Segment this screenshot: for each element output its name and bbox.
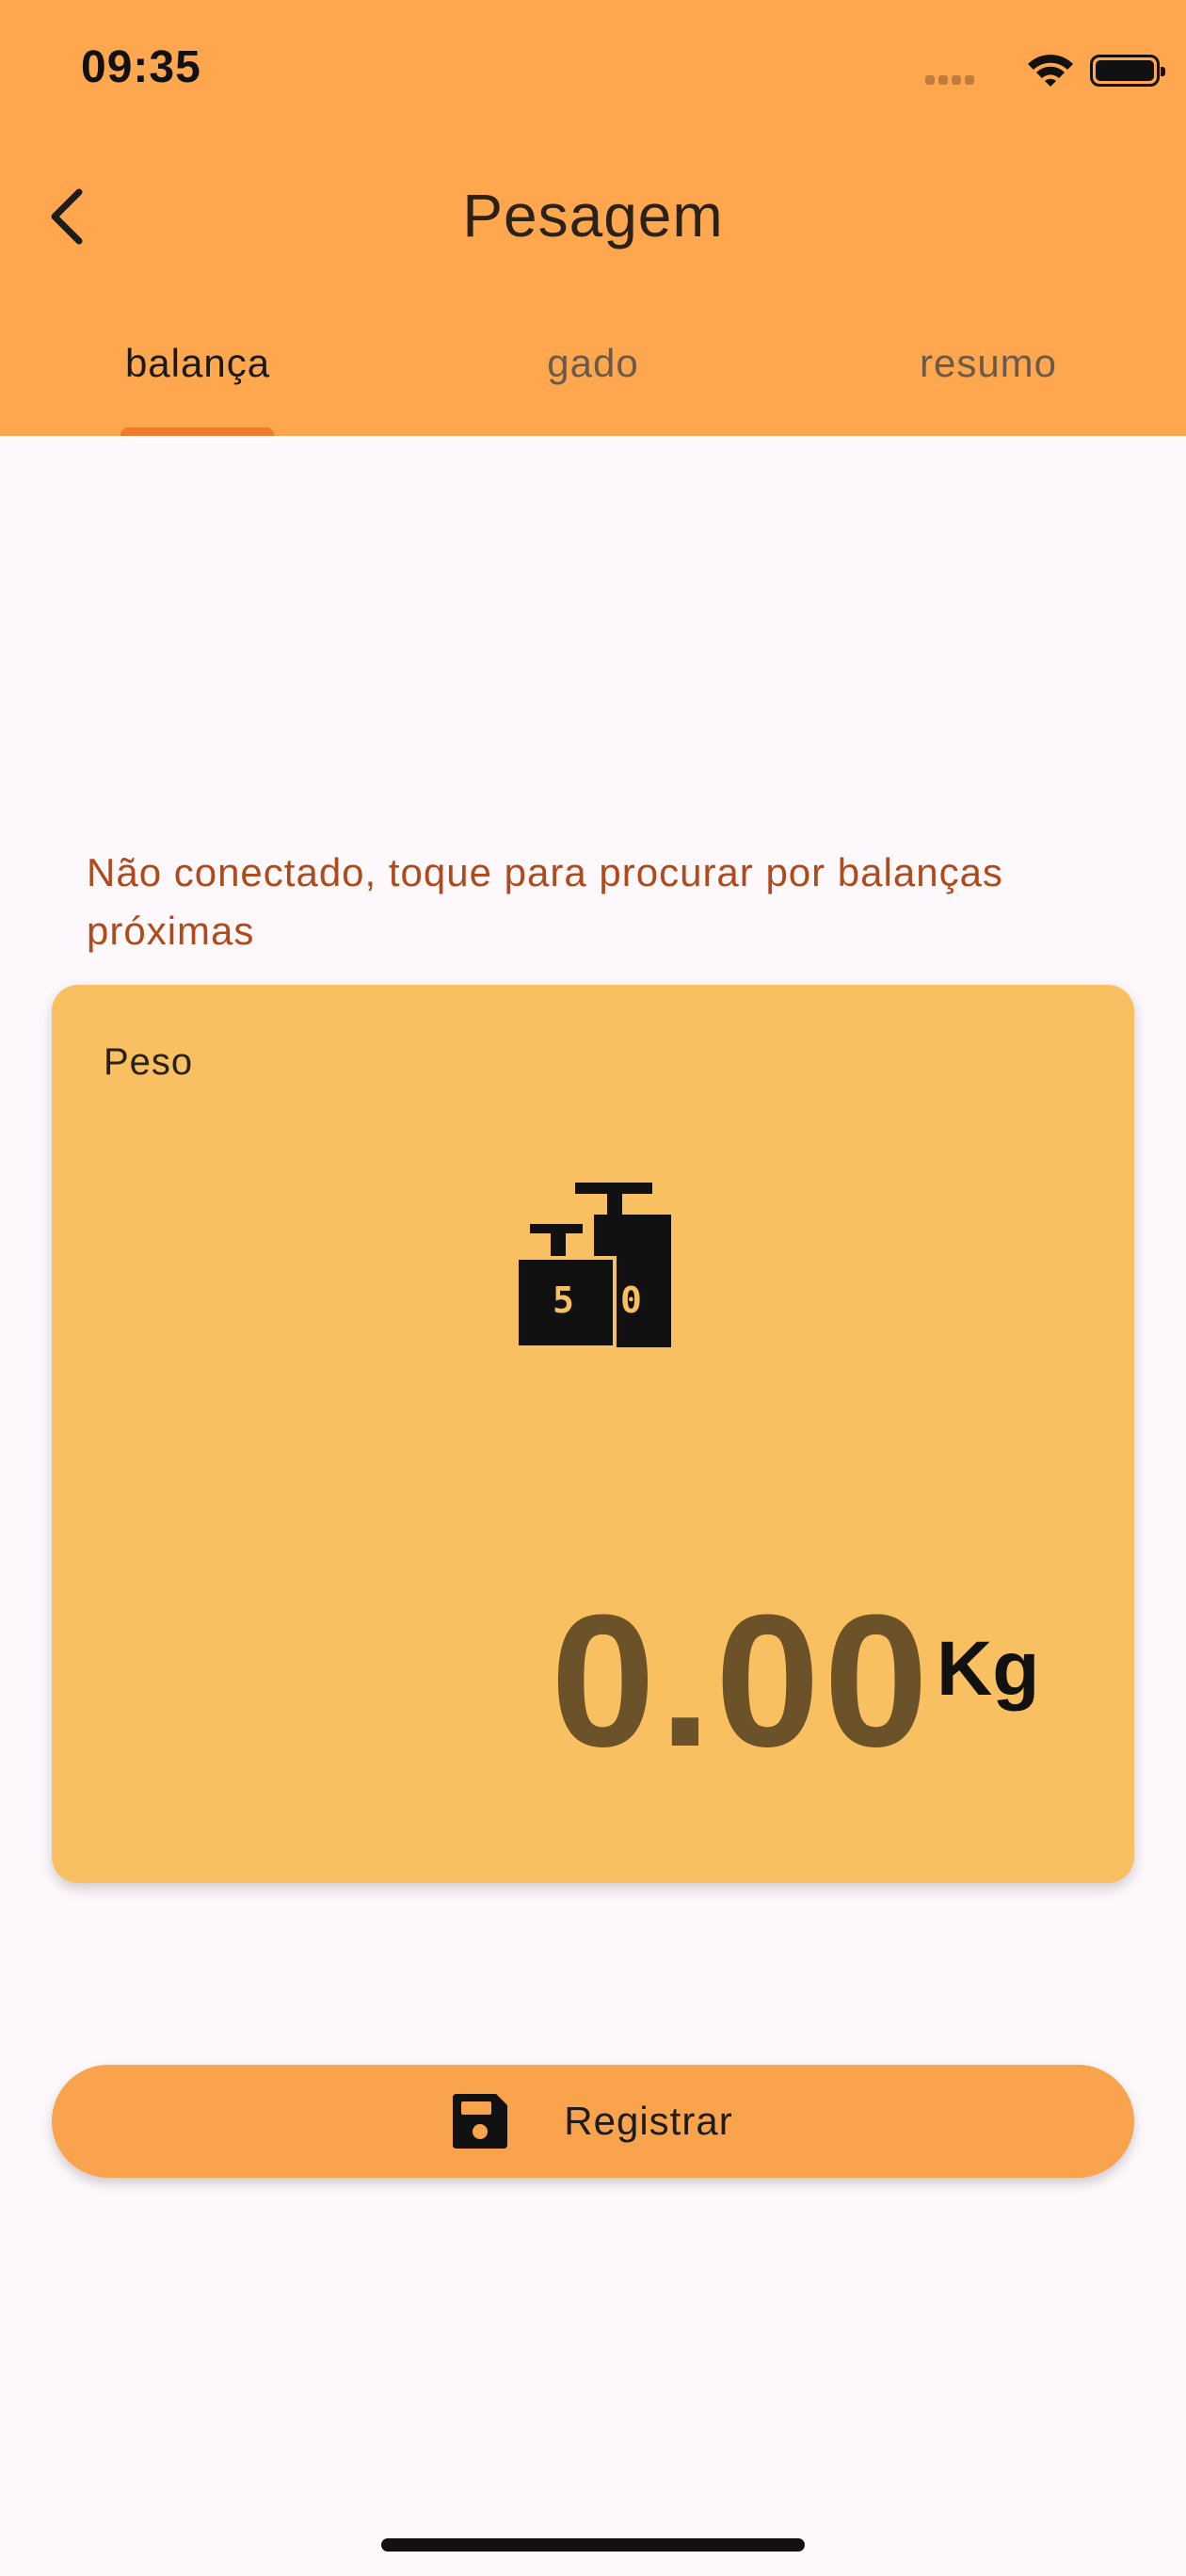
tab-resumo[interactable]: resumo <box>791 341 1186 386</box>
signal-icon <box>925 75 974 85</box>
weight-unit: Kg <box>937 1626 1040 1712</box>
weights-icon: 5 0 <box>517 1183 671 1347</box>
connection-warning[interactable]: Não conectado, toque para procurar por b… <box>87 844 1122 960</box>
home-indicator[interactable] <box>381 2538 805 2552</box>
svg-text:0: 0 <box>620 1280 642 1321</box>
wifi-icon <box>1028 55 1073 87</box>
tab-balanca[interactable]: balança <box>0 341 395 386</box>
register-button[interactable]: Registrar <box>52 2065 1134 2178</box>
register-button-label: Registrar <box>564 2099 733 2143</box>
app-header: 09:35 Pesagem balança gado resumo <box>0 0 1186 436</box>
save-icon <box>453 2094 508 2149</box>
svg-text:5: 5 <box>553 1280 574 1321</box>
page-title: Pesagem <box>462 182 724 250</box>
active-tab-indicator <box>120 427 274 436</box>
status-time: 09:35 <box>81 42 201 92</box>
weight-label: Peso <box>104 1041 194 1083</box>
tab-gado[interactable]: gado <box>395 341 791 386</box>
weight-value: 0.00 <box>551 1576 933 1786</box>
weight-card: Peso 5 0 0.00 Kg <box>52 985 1134 1883</box>
battery-icon <box>1090 55 1165 87</box>
